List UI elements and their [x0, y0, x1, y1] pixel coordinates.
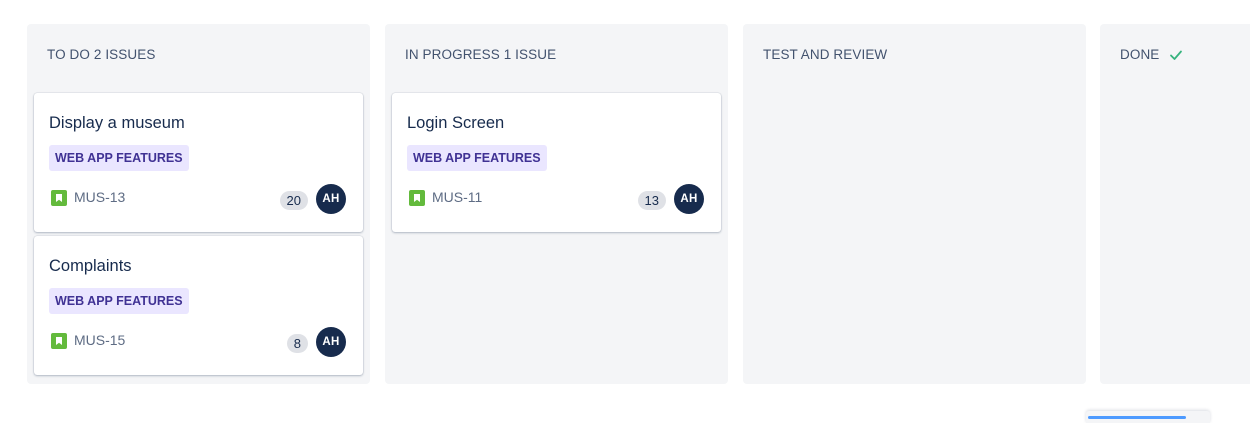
epic-label: WEB APP FEATURES	[407, 145, 547, 171]
assignee-avatar[interactable]: AH	[316, 327, 346, 357]
assignee-avatar[interactable]: AH	[674, 184, 704, 214]
issue-card-mus-13[interactable]: Display a museum WEB APP FEATURES MUS-13…	[34, 93, 363, 232]
story-points-badge: 8	[286, 334, 308, 353]
column-test-and-review: TEST AND REVIEW	[743, 24, 1086, 384]
column-header-done-label: DONE	[1120, 47, 1160, 62]
floating-panel-tab[interactable]	[1086, 411, 1210, 423]
column-header-done: DONE	[1120, 47, 1183, 62]
epic-label: WEB APP FEATURES	[49, 288, 189, 314]
kanban-board: TO DO 2 ISSUES Display a museum WEB APP …	[0, 0, 1250, 423]
card-title: Display a museum	[49, 114, 185, 132]
card-title: Complaints	[49, 257, 132, 275]
story-points-badge: 13	[637, 191, 666, 210]
column-header-test-and-review: TEST AND REVIEW	[763, 47, 888, 62]
issue-key[interactable]: MUS-15	[74, 332, 125, 348]
column-done: DONE	[1100, 24, 1250, 384]
column-in-progress: IN PROGRESS 1 ISSUE Login Screen WEB APP…	[385, 24, 728, 384]
story-icon	[409, 190, 425, 206]
issue-card-mus-15[interactable]: Complaints WEB APP FEATURES MUS-15 8 AH	[34, 236, 363, 375]
panel-accent-bar	[1088, 416, 1186, 419]
issue-key[interactable]: MUS-13	[74, 189, 125, 205]
card-title: Login Screen	[407, 114, 505, 132]
story-points-badge: 20	[279, 191, 308, 210]
epic-label: WEB APP FEATURES	[49, 145, 189, 171]
assignee-avatar[interactable]: AH	[316, 184, 346, 214]
column-todo: TO DO 2 ISSUES Display a museum WEB APP …	[27, 24, 370, 384]
story-icon	[51, 333, 67, 349]
story-icon	[51, 190, 67, 206]
issue-card-mus-11[interactable]: Login Screen WEB APP FEATURES MUS-11 13 …	[392, 93, 721, 232]
issue-key[interactable]: MUS-11	[432, 189, 482, 205]
column-header-todo: TO DO 2 ISSUES	[47, 47, 156, 62]
check-icon	[1170, 50, 1183, 60]
column-header-in-progress: IN PROGRESS 1 ISSUE	[405, 47, 557, 62]
